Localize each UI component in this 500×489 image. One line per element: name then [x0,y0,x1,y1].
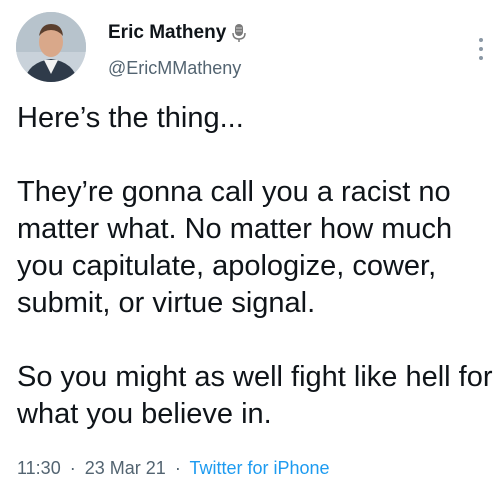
tweet-paragraph: So you might as well fight like hell for… [17,361,493,430]
tweet-paragraph: Here’s the thing... [17,102,244,134]
tweet-text: Here’s the thing... They’re gonna call y… [17,100,493,433]
separator: · [174,458,181,478]
tweet-time[interactable]: 11:30 [17,458,61,478]
microphone-icon [232,24,247,42]
more-options-icon[interactable] [476,38,486,66]
author-name-row[interactable]: Eric Matheny [108,22,247,44]
tweet-paragraph: They’re gonna call you a racist no matte… [17,176,453,319]
avatar[interactable] [16,12,86,82]
tweet-source-link[interactable]: Twitter for iPhone [190,458,330,478]
author-handle[interactable]: @EricMMatheny [108,58,241,79]
tweet-meta: 11:30 · 23 Mar 21 · Twitter for iPhone [17,458,330,479]
separator: · [69,458,76,478]
author-name[interactable]: Eric Matheny [108,22,226,44]
tweet-date[interactable]: 23 Mar 21 [85,458,166,478]
profile-photo [16,12,86,82]
